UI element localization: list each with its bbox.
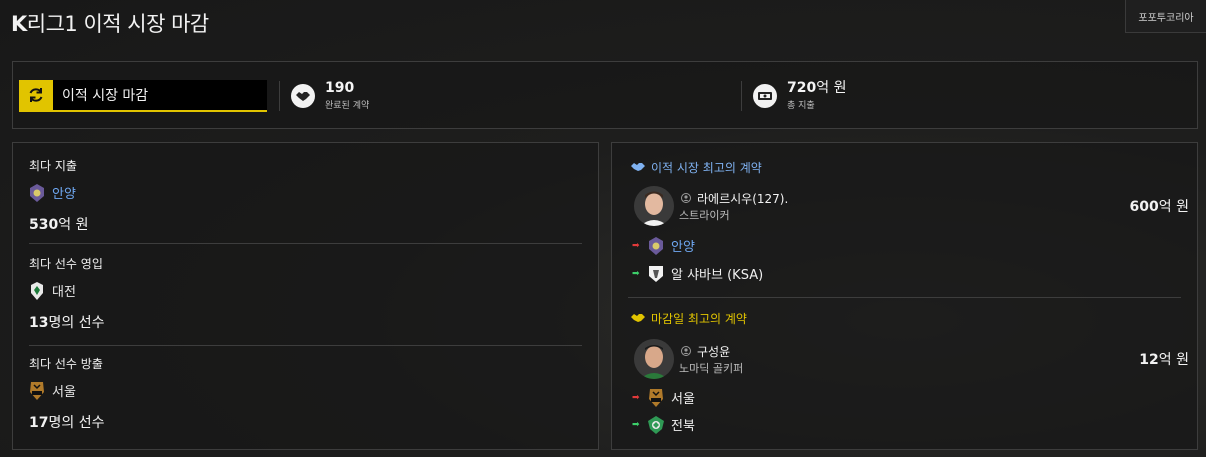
seoul-crest-icon <box>647 388 665 407</box>
from-team-row[interactable]: ➡ 안양 <box>632 236 695 255</box>
seoul-crest-icon <box>29 381 45 400</box>
anyang-crest-icon <box>29 183 45 202</box>
transfer-fee: 12억 원 <box>1139 352 1189 368</box>
most-spent-amount: 530억 원 <box>29 217 89 233</box>
summary-panel: 이적 시장 마감 190 완료된 계약 720억 원 총 지출 <box>12 61 1198 129</box>
best-window-deal-player[interactable]: 라에르시우(127). 스트라이커 600억 원 <box>634 186 1189 232</box>
most-signed-section: 최다 선수 영입 대전 13명의 선수 <box>29 255 582 332</box>
deals-value: 190 <box>325 80 355 96</box>
jeonbuk-crest-icon <box>647 415 665 434</box>
outgoing-arrow-icon: ➡ <box>632 392 640 403</box>
player-name: 구성윤 <box>697 345 731 359</box>
money-icon <box>753 83 777 108</box>
from-team-row[interactable]: ➡ 서울 <box>632 388 695 407</box>
transfer-fee: 600억 원 <box>1129 199 1189 215</box>
anyang-crest-icon <box>647 236 665 255</box>
best-deadline-deal-heading: 마감일 최고의 계약 <box>630 310 747 327</box>
best-deals-panel: 이적 시장 최고의 계약 라에르시우(127). 스트라이커 600억 원 ➡ … <box>611 142 1198 450</box>
to-team-row[interactable]: ➡ 전북 <box>632 415 695 434</box>
source-button[interactable]: 포포투코리아 <box>1125 0 1206 33</box>
most-released-section: 최다 선수 방출 서울 17명의 선수 <box>29 355 582 432</box>
al-shabab-crest-icon <box>647 265 665 283</box>
handshake-icon <box>291 83 315 108</box>
most-spent-heading: 최다 지출 <box>29 159 77 173</box>
best-deadline-deal-player[interactable]: 구성윤 노마딕 골키퍼 12억 원 <box>634 339 1189 385</box>
person-icon <box>681 345 691 359</box>
player-avatar <box>634 186 674 226</box>
player-position: 노마딕 골키퍼 <box>679 362 744 375</box>
spend-value: 720억 원 <box>787 80 847 96</box>
person-icon <box>681 192 691 206</box>
spend-label: 총 지출 <box>787 101 815 111</box>
handshake-icon <box>630 161 646 175</box>
incoming-arrow-icon: ➡ <box>632 268 640 279</box>
outgoing-arrow-icon: ➡ <box>632 240 640 251</box>
handshake-icon <box>630 312 646 326</box>
window-status-pill: 이적 시장 마감 <box>19 80 267 112</box>
most-signed-heading: 최다 선수 영입 <box>29 257 103 271</box>
most-released-team[interactable]: 서울 <box>29 381 582 400</box>
stat-deals: 190 완료된 계약 <box>279 80 369 111</box>
most-signed-team[interactable]: 대전 <box>29 281 582 300</box>
to-team-row[interactable]: ➡ 알 샤바브 (KSA) <box>632 264 763 283</box>
most-spent-section: 최다 지출 안양 530억 원 <box>29 157 582 234</box>
refresh-icon <box>19 80 53 110</box>
page-title: K리그1 이적 시장 마감 <box>11 12 209 36</box>
window-status-label: 이적 시장 마감 <box>62 88 149 104</box>
daejeon-crest-icon <box>29 281 45 300</box>
best-window-deal-heading: 이적 시장 최고의 계약 <box>630 159 762 176</box>
most-released-heading: 최다 선수 방출 <box>29 357 103 371</box>
deals-label: 완료된 계약 <box>325 101 370 111</box>
player-name: 라에르시우(127). <box>697 192 789 206</box>
player-avatar <box>634 339 674 379</box>
most-spent-team[interactable]: 안양 <box>29 183 582 202</box>
stat-spend: 720억 원 총 지출 <box>741 80 846 111</box>
incoming-arrow-icon: ➡ <box>632 419 640 430</box>
player-position: 스트라이커 <box>679 209 730 222</box>
most-released-count: 17명의 선수 <box>29 415 105 431</box>
club-records-panel: 최다 지출 안양 530억 원 최다 선수 영입 대전 13명의 선수 최다 선… <box>12 142 599 450</box>
most-signed-count: 13명의 선수 <box>29 315 105 331</box>
